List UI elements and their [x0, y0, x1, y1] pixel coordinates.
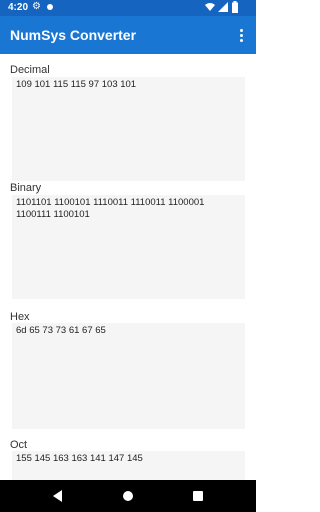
- binary-field[interactable]: 1101101 1100101 1110011 1110011 1100001 …: [12, 195, 245, 299]
- battery-icon: [232, 1, 238, 13]
- signal-icon: [218, 2, 228, 12]
- oct-field[interactable]: 155 145 163 163 141 147 145: [12, 451, 245, 480]
- recents-icon[interactable]: [193, 491, 203, 501]
- oct-label: Oct: [10, 439, 28, 451]
- gear-icon: ⚙: [32, 1, 41, 12]
- hex-label: Hex: [10, 311, 30, 323]
- decimal-field[interactable]: 109 101 115 115 97 103 101: [12, 77, 245, 181]
- circle-icon: [47, 4, 53, 10]
- back-icon[interactable]: [53, 490, 62, 502]
- converter-form: Decimal 109 101 115 115 97 103 101 Binar…: [0, 54, 256, 480]
- status-bar: 4:20 ⚙: [0, 0, 256, 16]
- home-icon[interactable]: [123, 491, 133, 501]
- decimal-label: Decimal: [10, 64, 50, 76]
- app-title: NumSys Converter: [10, 27, 137, 43]
- status-time: 4:20: [8, 2, 29, 13]
- overflow-menu-icon[interactable]: [234, 25, 248, 45]
- binary-label: Binary: [10, 182, 42, 194]
- wifi-icon: [205, 3, 215, 11]
- app-bar: NumSys Converter: [0, 16, 256, 54]
- system-nav-bar: [0, 480, 256, 512]
- hex-field[interactable]: 6d 65 73 73 61 67 65: [12, 323, 245, 429]
